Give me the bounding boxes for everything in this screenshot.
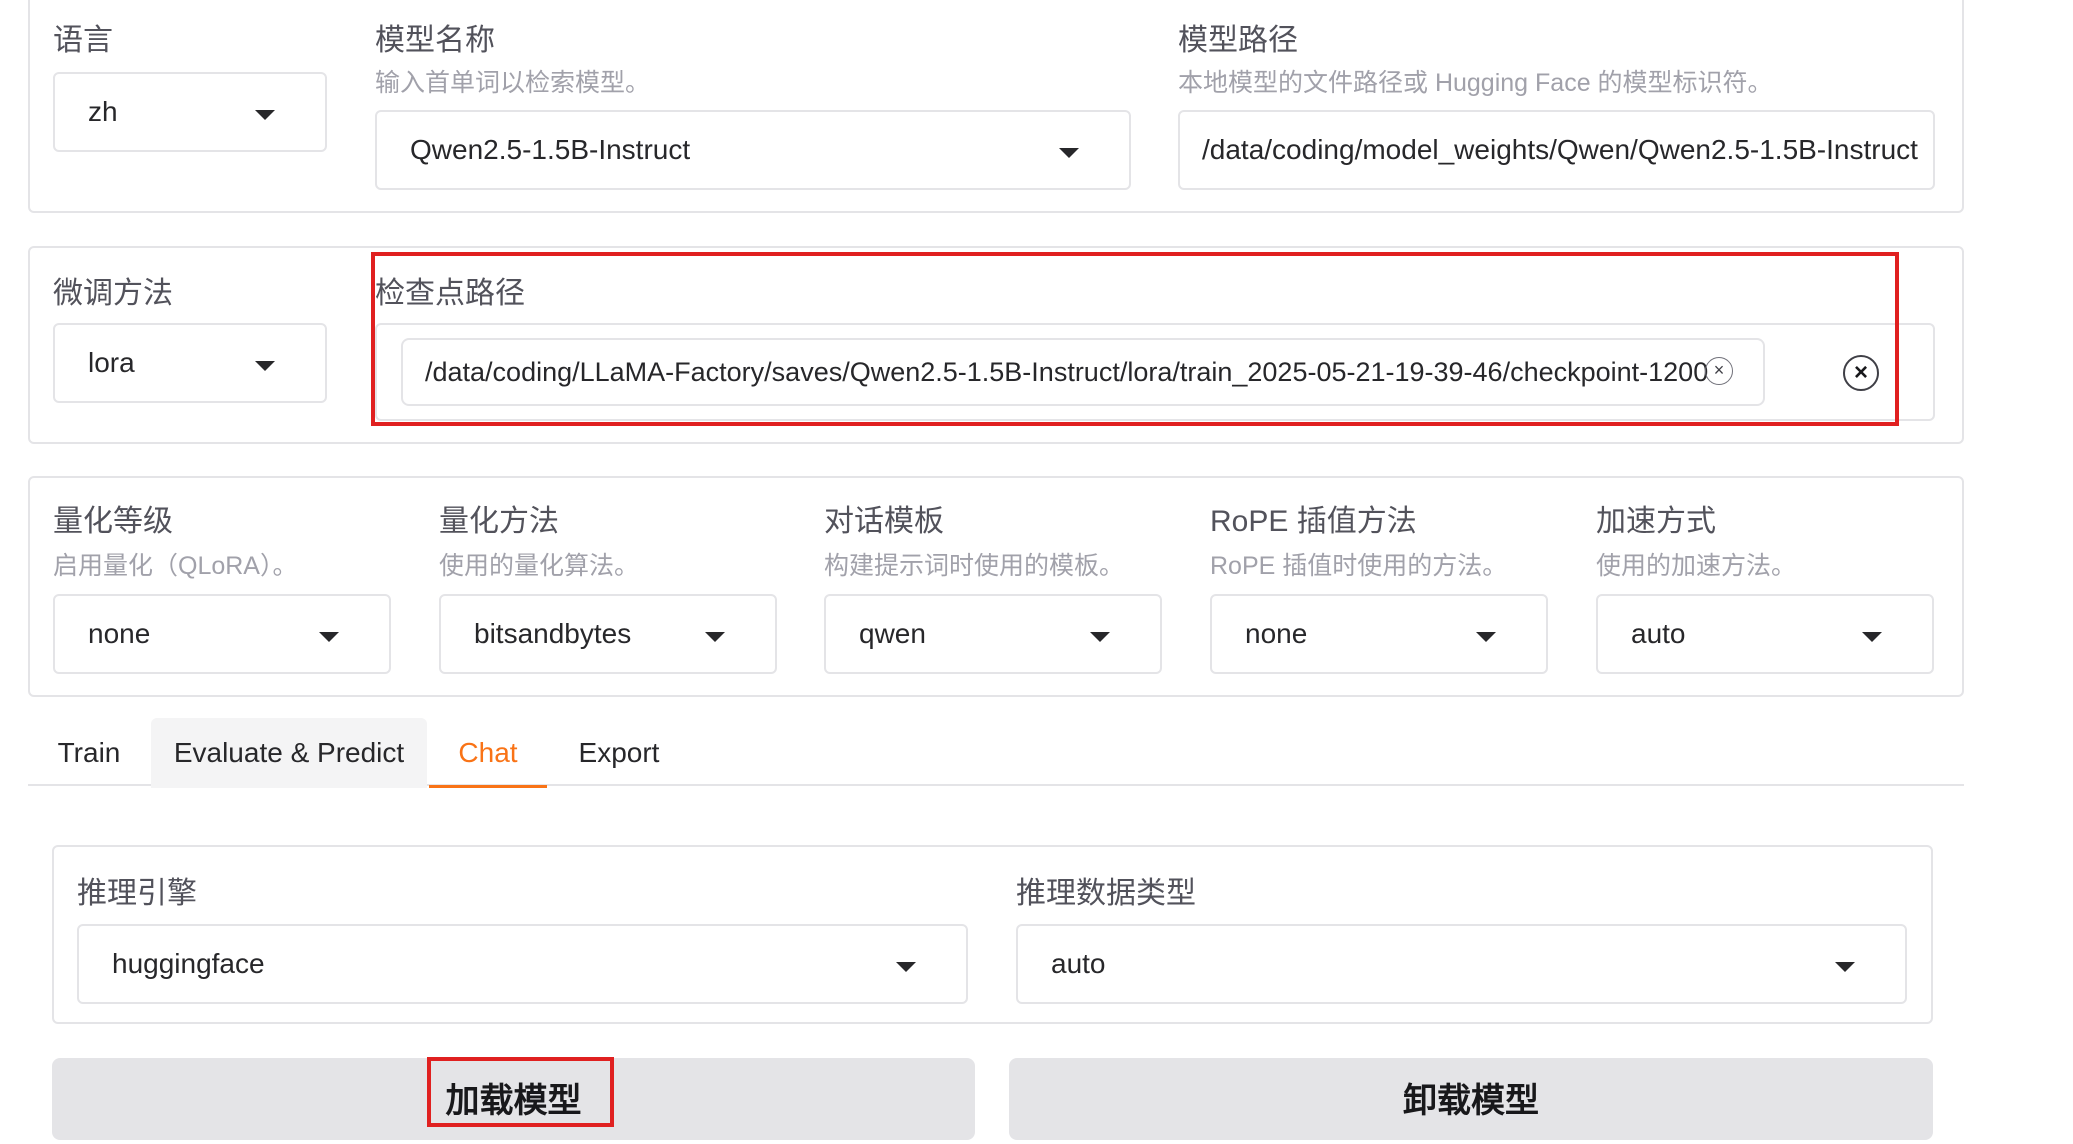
chevron-down-icon — [1862, 632, 1882, 642]
tab-train-label: Train — [57, 737, 121, 768]
chevron-down-icon — [255, 361, 275, 371]
booster-label: 加速方式 — [1596, 505, 1716, 538]
tab-chat[interactable]: Chat — [429, 718, 547, 788]
finetune-method-value: lora — [88, 347, 135, 378]
booster-info: 使用的加速方法。 — [1596, 552, 1797, 580]
quantization-method-info: 使用的量化算法。 — [439, 552, 640, 580]
model-name-value: Qwen2.5-1.5B-Instruct — [410, 134, 691, 165]
language-dropdown[interactable]: zh — [53, 72, 327, 152]
model-name-dropdown[interactable]: Qwen2.5-1.5B-Instruct — [375, 110, 1131, 190]
rope-scaling-label: RoPE 插值方法 — [1210, 505, 1417, 538]
load-button-highlight-box — [427, 1057, 614, 1127]
rope-scaling-dropdown[interactable]: none — [1210, 594, 1548, 674]
tab-chat-label: Chat — [458, 737, 518, 768]
chevron-down-icon — [1835, 962, 1855, 972]
infer-dtype-dropdown[interactable]: auto — [1016, 924, 1907, 1004]
infer-dtype-value: auto — [1051, 948, 1106, 979]
quantization-bit-value: none — [88, 618, 151, 649]
checkpoint-highlight-box — [371, 252, 1899, 426]
model-name-info: 输入首单词以检索模型。 — [375, 69, 651, 97]
chevron-down-icon — [705, 632, 725, 642]
chevron-down-icon — [1090, 632, 1110, 642]
tab-export-label: Export — [578, 737, 660, 768]
chevron-down-icon — [896, 962, 916, 972]
quantization-bit-dropdown[interactable]: none — [53, 594, 391, 674]
quantization-method-label: 量化方法 — [439, 505, 559, 538]
infer-backend-dropdown[interactable]: huggingface — [77, 924, 968, 1004]
chevron-down-icon — [1059, 148, 1079, 158]
model-path-value: /data/coding/model_weights/Qwen/Qwen2.5-… — [1202, 134, 1918, 165]
model-name-label: 模型名称 — [375, 24, 495, 57]
quantization-bit-label: 量化等级 — [53, 505, 173, 538]
booster-value: auto — [1631, 618, 1686, 649]
model-path-input[interactable]: /data/coding/model_weights/Qwen/Qwen2.5-… — [1178, 110, 1935, 190]
model-path-label: 模型路径 — [1178, 24, 1298, 57]
quantization-method-dropdown[interactable]: bitsandbytes — [439, 594, 777, 674]
booster-dropdown[interactable]: auto — [1596, 594, 1934, 674]
chat-template-value: qwen — [859, 618, 926, 649]
tab-evaluate-predict[interactable]: Evaluate & Predict — [151, 718, 427, 788]
finetune-method-dropdown[interactable]: lora — [53, 323, 327, 403]
chevron-down-icon — [1476, 632, 1496, 642]
language-value: zh — [88, 96, 118, 127]
tab-evaluate-label: Evaluate & Predict — [173, 737, 405, 768]
chat-template-label: 对话模板 — [824, 505, 944, 538]
infer-backend-value: huggingface — [112, 948, 265, 979]
language-label: 语言 — [53, 24, 113, 57]
quantization-method-value: bitsandbytes — [474, 618, 632, 649]
unload-model-button[interactable]: 卸载模型 — [1009, 1058, 1933, 1140]
chat-template-info: 构建提示词时使用的模板。 — [824, 552, 1125, 580]
chevron-down-icon — [319, 632, 339, 642]
rope-scaling-value: none — [1245, 618, 1308, 649]
quantization-bit-info: 启用量化（QLoRA）。 — [53, 552, 298, 580]
infer-dtype-label: 推理数据类型 — [1016, 877, 1196, 910]
chat-template-dropdown[interactable]: qwen — [824, 594, 1162, 674]
infer-backend-label: 推理引擎 — [77, 877, 197, 910]
rope-scaling-info: RoPE 插值时使用的方法。 — [1210, 552, 1508, 580]
tab-export[interactable]: Export — [567, 718, 671, 788]
tab-train[interactable]: Train — [44, 718, 134, 788]
finetune-method-label: 微调方法 — [53, 277, 173, 310]
chevron-down-icon — [255, 110, 275, 120]
model-path-info: 本地模型的文件路径或 Hugging Face 的模型标识符。 — [1178, 69, 1773, 97]
